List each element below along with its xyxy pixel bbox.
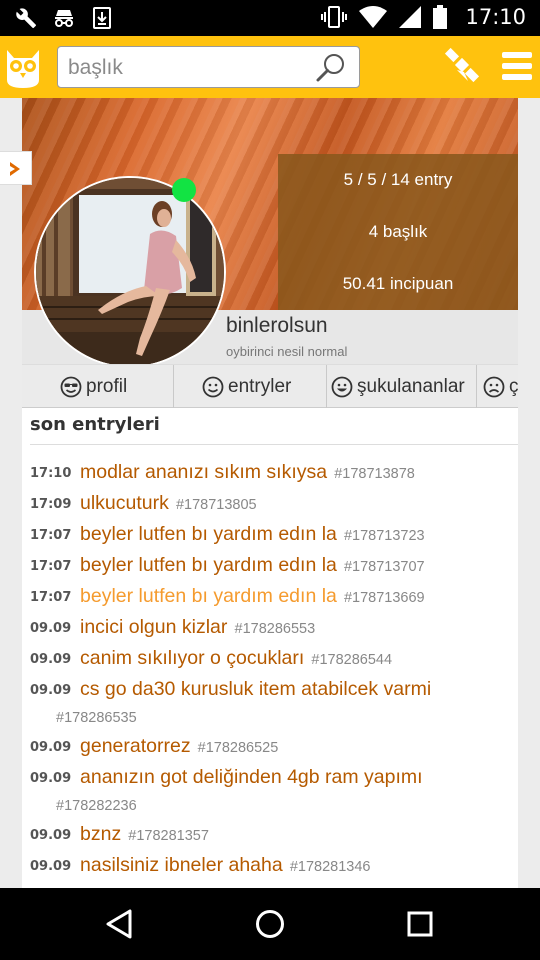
tab-entryler[interactable]: entryler [174, 365, 327, 408]
app-header [0, 36, 540, 98]
entry-row: 17:09 ulkucuturk #178713805 [22, 489, 518, 520]
entry-title-link[interactable]: beyler lutfen bı yardım edın la [80, 554, 337, 576]
tab-sukulananlar[interactable]: şukulananlar [327, 365, 477, 408]
entry-id: #178286535 [56, 710, 137, 726]
tab-sukulananlar-label: şukulananlar [357, 375, 465, 397]
entry-id: #178286553 [234, 621, 316, 637]
entry-time: 17:07 [30, 528, 72, 543]
entry-row: 17:07 beyler lutfen bı yardım edın la #17… [22, 520, 518, 551]
satellite-icon[interactable] [444, 47, 482, 85]
sad-face-icon [483, 376, 505, 397]
recents-icon[interactable] [404, 908, 436, 940]
search-box [57, 46, 360, 88]
happy-face-icon [331, 376, 353, 397]
entry-row: 09.09 bznz #178281357 [22, 820, 518, 851]
download-icon [93, 7, 111, 29]
entry-title-link[interactable]: nasilsiniz ibneler ahaha [80, 854, 283, 876]
online-indicator [172, 178, 196, 202]
entry-title-link[interactable]: beyler lutfen bı yardım edın la [80, 585, 337, 607]
entry-title-link[interactable]: ananızın got deliğinden 4gb ram yapımı [80, 763, 510, 792]
divider [30, 444, 518, 445]
username: binlerolsun [226, 314, 328, 337]
section-title: son entryleri [30, 414, 160, 435]
entry-time: 17:09 [30, 497, 72, 512]
home-icon[interactable] [254, 908, 286, 940]
entry-id: #178282236 [56, 798, 137, 814]
entry-id: #178281357 [128, 828, 209, 844]
tab-ç[interactable]: ç [477, 365, 518, 408]
stat-entries[interactable]: 5 / 5 / 14 entry [278, 170, 518, 190]
search-icon[interactable] [315, 52, 347, 84]
entry-row: 17:07 beyler lutfen bı yardım edın la #17… [22, 551, 518, 582]
entry-id: #178713723 [343, 528, 425, 544]
signal-icon [399, 6, 422, 28]
entry-time: 09.09 [30, 621, 72, 636]
entry-time: 09.09 [30, 652, 72, 667]
entry-time: 09.09 [30, 859, 72, 874]
entry-title-link[interactable]: ulkucuturk [80, 492, 169, 514]
system-nav-bar [0, 888, 540, 960]
tab-profil[interactable]: profil [22, 365, 174, 408]
profile-stats: 5 / 5 / 14 entry 4 başlık 50.41 incipuan [278, 154, 518, 310]
entry-row: 09.09 incici olgun kizlar #178286553 [22, 613, 518, 644]
entry-title-link[interactable]: cs go da30 kurusluk item atabilcek varmi [80, 675, 510, 704]
user-title: oybirinci nesil normal [226, 344, 348, 359]
entry-time: 09.09 [30, 771, 72, 786]
entry-row: 09.09 canim sıkılıyor o çocukları #178286… [22, 644, 518, 675]
back-icon[interactable] [104, 908, 136, 940]
entry-time: 09.09 [30, 828, 72, 843]
avatar-photo [36, 178, 224, 366]
search-input[interactable] [68, 53, 308, 83]
tab-entryler-label: entryler [228, 375, 292, 397]
entry-list: 17:10 modlar ananızı sıkım sıkıysa #17871… [22, 458, 518, 888]
sunglasses-face-icon [60, 376, 82, 397]
entry-id: #178713805 [175, 497, 257, 513]
entry-row: 09.09 ananızın got deliğinden 4gb ram yap… [22, 763, 518, 820]
entry-id: #178713878 [334, 466, 415, 482]
tab-profil-label: profil [86, 375, 128, 397]
incognito-icon [55, 10, 73, 27]
profile-card: 5 / 5 / 14 entry 4 başlık 50.41 incipuan… [22, 98, 518, 888]
entry-title-link[interactable]: modlar ananızı sıkım sıkıysa [80, 461, 327, 483]
entry-title-link[interactable]: beyler lutfen bı yardım edın la [80, 523, 337, 545]
wrench-icon [16, 8, 36, 29]
smile-face-icon [202, 376, 224, 397]
entry-id: #178286525 [197, 740, 279, 756]
menu-icon[interactable] [502, 50, 532, 82]
entry-row: 09.09 cs go da30 kurusluk item atabilcek … [22, 675, 518, 732]
vibrate-icon [321, 6, 348, 28]
entry-time: 09.09 [30, 740, 72, 755]
entry-id: #178713707 [343, 559, 425, 575]
chevron-right-icon [10, 162, 20, 176]
entry-title-link[interactable]: canim sıkılıyor o çocukları [80, 647, 304, 669]
entry-time: 17:07 [30, 559, 72, 574]
entry-row: 17:10 modlar ananızı sıkım sıkıysa #17871… [22, 458, 518, 489]
entry-time: 17:10 [30, 466, 72, 481]
stat-topics[interactable]: 4 başlık [278, 222, 518, 242]
entry-row: 17:07 beyler lutfen bı yardım edın la #17… [22, 582, 518, 613]
battery-icon [433, 5, 448, 29]
avatar[interactable] [34, 176, 226, 368]
entry-id: #178281346 [289, 859, 371, 875]
owl-logo[interactable] [4, 44, 42, 90]
entry-id: #178713669 [343, 590, 425, 606]
entry-row: 09.09 generatorrez #178286525 [22, 732, 518, 763]
entry-id: #178286544 [311, 652, 393, 668]
stat-points[interactable]: 50.41 incipuan [278, 274, 518, 294]
entry-time: 09.09 [30, 683, 72, 698]
drawer-toggle[interactable] [0, 151, 32, 185]
tab-ç-label: ç [509, 375, 518, 397]
entry-title-link[interactable]: incici olgun kizlar [80, 616, 227, 638]
entry-time: 17:07 [30, 590, 72, 605]
entry-title-link[interactable]: bznz [80, 823, 121, 845]
wifi-icon [359, 6, 388, 28]
status-bar: 17:10 [0, 0, 540, 36]
profile-tabs: profil entryler şukulananlar ç [22, 364, 518, 408]
entry-row: 09.09 nasilsiniz ibneler ahaha #178281346 [22, 851, 518, 882]
clock: 17:10 [465, 5, 526, 29]
entry-title-link[interactable]: generatorrez [80, 735, 191, 757]
